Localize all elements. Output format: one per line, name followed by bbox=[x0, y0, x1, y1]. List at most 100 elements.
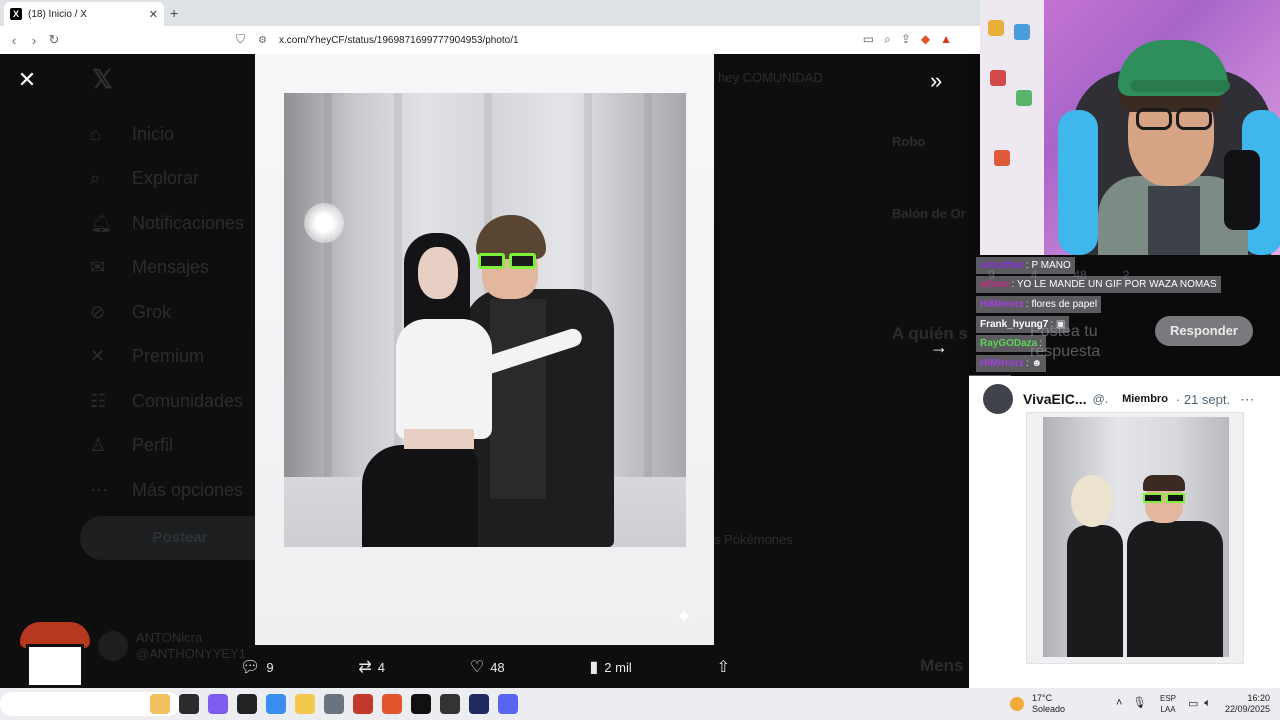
like-count: 48 bbox=[490, 659, 505, 675]
network-icon[interactable]: ▭ bbox=[1188, 697, 1198, 710]
settings-icon[interactable] bbox=[324, 694, 344, 714]
volume-icon[interactable]: 🔈︎ bbox=[1204, 697, 1211, 710]
cast-icon[interactable]: ▭ bbox=[863, 32, 874, 47]
repost-button[interactable]: ⇄ 4 bbox=[358, 657, 385, 677]
brave-rewards-icon[interactable]: ▲ bbox=[940, 32, 952, 47]
sidebar-item-premium[interactable]: ✕ Premium bbox=[90, 335, 244, 380]
person-icon: ♙ bbox=[90, 435, 107, 456]
weather-text: 17°C Soleado bbox=[1032, 693, 1065, 715]
avatar[interactable] bbox=[983, 384, 1013, 414]
home-icon: ⌂ bbox=[90, 123, 101, 144]
cap-brim bbox=[1130, 80, 1230, 92]
weather-condition: Soleado bbox=[1032, 704, 1066, 714]
brave-shield-icon[interactable]: ◆ bbox=[921, 32, 930, 47]
reply-count: 9 bbox=[266, 659, 274, 675]
browser-tab[interactable]: X (18) Inicio / X ✕ bbox=[4, 2, 164, 26]
sidebar-item-inicio[interactable]: ⌂ Inicio bbox=[90, 112, 244, 157]
brave-icon[interactable] bbox=[382, 694, 402, 714]
widgets-icon[interactable] bbox=[150, 694, 170, 714]
language-code: ESP bbox=[1160, 694, 1177, 703]
media-viewer-image[interactable]: ✦ bbox=[255, 54, 714, 645]
zoom-icon[interactable]: ⌕ bbox=[884, 32, 891, 47]
messages-drawer-title: Mens bbox=[920, 656, 964, 675]
back-icon[interactable]: ‹ bbox=[4, 33, 24, 48]
sidebar-item-label: Grok bbox=[132, 301, 172, 322]
post-date[interactable]: · 21 sept. bbox=[1176, 392, 1230, 407]
folder-icon[interactable] bbox=[295, 694, 315, 714]
clock[interactable]: 16:20 22/09/2025 bbox=[1222, 693, 1270, 715]
video-editor-icon[interactable] bbox=[353, 694, 373, 714]
like-button[interactable]: ♡ 48 bbox=[470, 657, 505, 677]
sidebar-item-grok[interactable]: ⊘ Grok bbox=[90, 290, 244, 335]
toy bbox=[994, 150, 1010, 166]
reply-button[interactable]: 💬︎ 9 bbox=[240, 657, 274, 677]
trend-title: Balón de Or bbox=[892, 206, 966, 221]
sun-icon bbox=[1010, 697, 1024, 711]
time: 16:20 bbox=[1247, 693, 1270, 703]
capcut-icon[interactable] bbox=[440, 694, 460, 714]
community-label: hey COMUNIDAD bbox=[718, 70, 823, 85]
copilot-icon[interactable] bbox=[208, 694, 228, 714]
browser-tabbar: X (18) Inicio / X ✕ + bbox=[0, 0, 980, 26]
sidebar-item-mas-opciones[interactable]: ⋯ Más opciones bbox=[90, 468, 244, 513]
expand-panel-icon[interactable]: » bbox=[930, 68, 942, 94]
omnibox-actions: ▭ ⌕ ⇪ ◆ ▲ bbox=[863, 32, 952, 47]
streamer-glasses bbox=[1136, 108, 1212, 130]
chevron-up-icon[interactable]: ˄ bbox=[1116, 697, 1122, 709]
new-tab-icon[interactable]: + bbox=[170, 5, 178, 21]
share-icon[interactable]: ⇪ bbox=[901, 32, 911, 47]
sidebar-item-label: Inicio bbox=[132, 123, 175, 144]
repost-count: 4 bbox=[377, 659, 386, 675]
weather-widget[interactable]: 17°C Soleado bbox=[1010, 693, 1065, 715]
bell-icon: 🔔︎ bbox=[90, 212, 113, 233]
post-author-handle: @. bbox=[1092, 392, 1109, 406]
post-button[interactable]: Postear bbox=[80, 516, 280, 560]
trend-title: Robo bbox=[892, 134, 926, 149]
chrome-icon[interactable] bbox=[266, 694, 286, 714]
microphone-icon[interactable]: 🎙︎ bbox=[1132, 696, 1146, 709]
close-icon[interactable]: ✕ bbox=[14, 67, 40, 93]
communities-icon: ☷ bbox=[90, 390, 107, 411]
task-view-icon[interactable] bbox=[179, 694, 199, 714]
tab-close-icon[interactable]: ✕ bbox=[149, 8, 158, 21]
taskbar-apps bbox=[150, 694, 518, 714]
discord-icon[interactable] bbox=[498, 694, 518, 714]
bookmark-icon[interactable]: ⛉ bbox=[236, 32, 245, 47]
comment-icon: 💬︎ bbox=[240, 659, 261, 676]
grok-icon: ⊘ bbox=[90, 301, 106, 322]
more-options-icon[interactable]: ⋯ bbox=[1240, 391, 1254, 408]
green-sunglasses bbox=[1143, 493, 1185, 503]
tiktok-icon[interactable] bbox=[411, 694, 431, 714]
person-jacket bbox=[1127, 521, 1223, 657]
toy bbox=[1016, 90, 1032, 106]
chat-text: YO LE MANDE UN GIF POR WAZA NOMAS bbox=[1016, 279, 1217, 290]
person-top bbox=[396, 319, 492, 439]
community-post[interactable]: VivaElC... @. Miembro · 21 sept. ⋯ bbox=[969, 376, 1280, 688]
photoshop-icon[interactable] bbox=[469, 694, 489, 714]
account-switcher[interactable]: ANTONlcra @ANTHONYYEY1 bbox=[98, 630, 246, 662]
green-sunglasses bbox=[478, 253, 536, 269]
post-author-name[interactable]: VivaElC... bbox=[1023, 391, 1087, 407]
next-image-icon[interactable]: → bbox=[930, 337, 948, 358]
obs-icon[interactable] bbox=[237, 694, 257, 714]
chat-text: P MANO bbox=[1031, 260, 1071, 271]
share-button[interactable]: ⇧ bbox=[717, 657, 730, 677]
language-indicator[interactable]: ESP LAA bbox=[1160, 693, 1176, 715]
sidebar-item-mensajes[interactable]: ✉ Mensajes bbox=[90, 246, 244, 291]
sidebar-item-perfil[interactable]: ♙ Perfil bbox=[90, 424, 244, 469]
browser-toolbar: ‹ › ↻ ⛉ ⚙ x.com/YheyCF/status/1969871699… bbox=[0, 26, 980, 54]
chat-message: HiMirrorz: flores de papel bbox=[976, 296, 1102, 313]
sidebar-item-notificaciones[interactable]: 🔔︎ Notificaciones bbox=[90, 201, 244, 246]
site-info-icon[interactable]: ⚙ bbox=[258, 35, 267, 46]
reload-icon[interactable]: ↻ bbox=[44, 32, 64, 48]
forward-icon[interactable]: › bbox=[24, 33, 44, 48]
chat-username: RayGODaza bbox=[980, 338, 1038, 349]
address-bar[interactable]: ⚙ x.com/YheyCF/status/196987169977790495… bbox=[258, 30, 958, 50]
person-hair bbox=[1143, 475, 1185, 491]
sidebar-item-label: Premium bbox=[132, 346, 205, 367]
views-button[interactable]: ▮ 2 mil bbox=[589, 657, 631, 677]
post-image[interactable] bbox=[1026, 412, 1244, 664]
sidebar-item-comunidades[interactable]: ☷ Comunidades bbox=[90, 379, 244, 424]
toy bbox=[988, 20, 1004, 36]
sidebar-item-explorar[interactable]: ⌕ Explorar bbox=[90, 157, 244, 202]
